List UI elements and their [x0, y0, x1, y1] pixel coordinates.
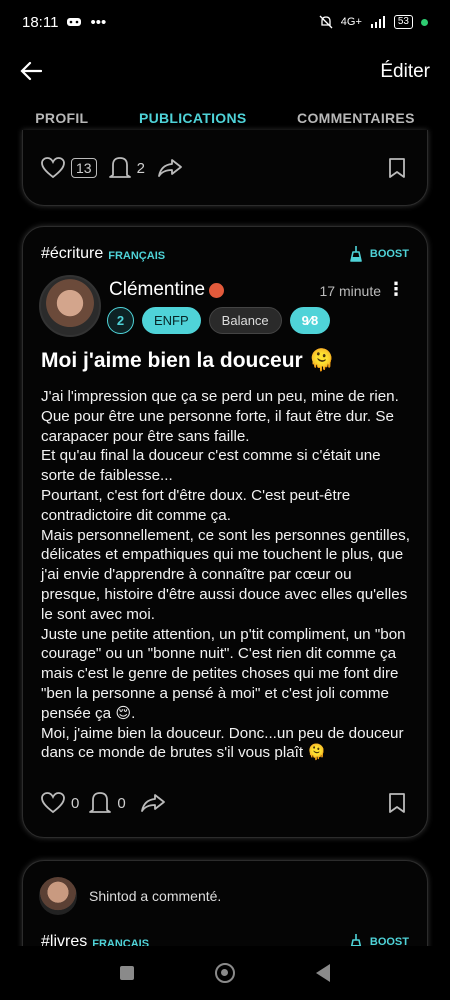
more-options-icon[interactable]: ⋮: [387, 279, 405, 300]
system-back-button[interactable]: [315, 964, 330, 982]
share-icon[interactable]: [157, 158, 183, 178]
recents-button[interactable]: [120, 966, 135, 980]
post-body: J'ai l'impression que ça se perd un peu,…: [41, 388, 410, 762]
share-icon[interactable]: [140, 793, 166, 813]
post-header: #écriture FRANÇAIS BOOST: [41, 245, 409, 263]
bookmark-icon[interactable]: [389, 793, 405, 813]
author-name[interactable]: Clémentine: [109, 279, 205, 301]
status-bar: 18:11 ••• 4G+ 53: [0, 0, 450, 44]
author-name-row[interactable]: Clémentine: [109, 279, 225, 301]
like-icon[interactable]: [41, 792, 65, 814]
post-actions: 0 0: [41, 791, 166, 815]
level-badge: 2: [107, 307, 134, 334]
personality-type-chip[interactable]: ENFP: [142, 307, 201, 334]
back-button[interactable]: [20, 57, 43, 88]
home-button[interactable]: [214, 963, 235, 983]
author-chips: 2 ENFP Balance 9⁄8: [107, 307, 331, 334]
like-count: 13: [71, 158, 97, 178]
previous-post-card: 13 2: [22, 130, 428, 206]
comment-activity-text: Shintod a commenté.: [89, 888, 222, 904]
comment-count: 0: [117, 794, 126, 812]
comment-icon[interactable]: [108, 156, 131, 180]
edit-button[interactable]: Éditer: [380, 61, 430, 83]
comment-activity[interactable]: Shintod a commenté.: [39, 877, 221, 915]
like-icon[interactable]: [41, 157, 65, 179]
post-title: Moi j'aime bien la douceur 🫠: [41, 349, 335, 372]
boost-button[interactable]: BOOST: [350, 245, 409, 263]
zodiac-sign-chip[interactable]: Balance: [208, 307, 282, 334]
top-bar: Éditer: [0, 50, 450, 94]
author-avatar[interactable]: [39, 275, 101, 337]
enneagram-chip[interactable]: 9⁄8: [289, 307, 331, 334]
author-badge-icon: [209, 282, 225, 298]
more-notifications-icon: •••: [90, 13, 107, 31]
post-language: FRANÇAIS: [108, 249, 166, 262]
mute-icon: [319, 15, 333, 29]
like-count: 0: [71, 794, 80, 812]
status-time: 18:11: [22, 13, 59, 31]
commenter-avatar[interactable]: [39, 877, 77, 915]
boost-icon: [350, 245, 362, 263]
post-hashtag[interactable]: #écriture: [41, 245, 103, 263]
signal-icon: [370, 16, 386, 28]
bookmark-icon[interactable]: [389, 158, 405, 178]
system-nav-bar: [0, 946, 450, 1000]
post-time: 17 minute: [319, 283, 381, 299]
next-post-card: Shintod a commenté. #livres FRANÇAIS BOO…: [22, 860, 428, 960]
battery-icon: 53: [393, 15, 413, 29]
app-notification-icon: [66, 16, 82, 28]
network-type: 4G+: [340, 16, 362, 28]
boost-label: BOOST: [369, 248, 409, 260]
post-card: #écriture FRANÇAIS BOOST Clémentine 17 m…: [22, 226, 428, 838]
previous-post-actions: 13 2: [41, 156, 183, 180]
privacy-indicator-icon: [421, 18, 428, 26]
comment-icon[interactable]: [89, 791, 112, 815]
comment-count: 2: [136, 159, 145, 177]
